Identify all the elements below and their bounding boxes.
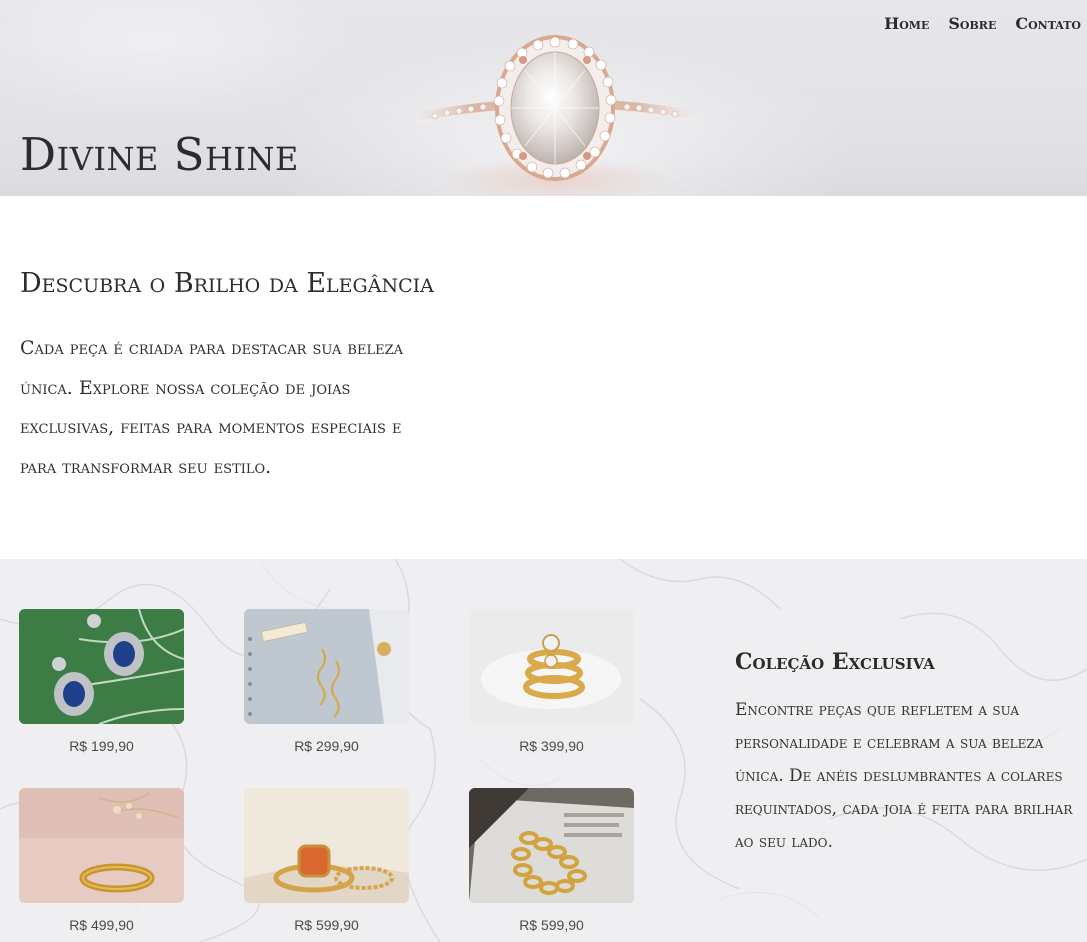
product-card[interactable]: R$ 499,90 <box>19 788 184 942</box>
product-image-stacked-rings[interactable] <box>469 609 634 724</box>
product-price: R$ 299,90 <box>294 738 359 754</box>
collection-section: R$ 199,90 R$ 299,90 R$ 399,90 R$ 499,90 … <box>0 559 1087 942</box>
hero-header: Divine Shine Home Sobre Contato <box>0 0 1087 196</box>
product-price: R$ 199,90 <box>69 738 134 754</box>
product-card[interactable]: R$ 399,90 <box>469 609 634 788</box>
intro-text: Cada peça é criada para destacar sua bel… <box>20 337 403 478</box>
exclusive-collection-block: Coleção Exclusiva Encontre peças que ref… <box>735 649 1075 859</box>
product-card[interactable]: R$ 199,90 <box>19 609 184 788</box>
product-price: R$ 599,90 <box>294 917 359 933</box>
product-grid: R$ 199,90 R$ 299,90 R$ 399,90 R$ 499,90 … <box>19 609 634 942</box>
product-image-sapphire-earrings[interactable] <box>19 609 184 724</box>
diamond-ring-image <box>410 35 700 196</box>
product-price: R$ 499,90 <box>69 917 134 933</box>
collection-text: Encontre peças que refletem a sua person… <box>735 700 1073 852</box>
product-card[interactable]: R$ 599,90 <box>244 788 409 942</box>
product-price: R$ 599,90 <box>519 917 584 933</box>
product-image-gold-drop-earrings[interactable] <box>244 609 409 724</box>
nav-link-home[interactable]: Home <box>884 14 929 33</box>
product-image-orange-stone-rings[interactable] <box>244 788 409 903</box>
nav-link-contato[interactable]: Contato <box>1015 14 1081 33</box>
product-price: R$ 399,90 <box>519 738 584 754</box>
collection-heading: Coleção Exclusiva <box>735 649 935 675</box>
product-card[interactable]: R$ 599,90 <box>469 788 634 942</box>
main-nav: Home Sobre Contato <box>884 14 1081 33</box>
nav-link-sobre[interactable]: Sobre <box>948 14 996 33</box>
product-image-engraved-ring[interactable] <box>19 788 184 903</box>
site-title: Divine Shine <box>20 128 299 181</box>
product-card[interactable]: R$ 299,90 <box>244 609 409 788</box>
intro-heading: Descubra o Brilho da Elegância <box>20 268 434 299</box>
product-image-gold-chain-bracelet[interactable] <box>469 788 634 903</box>
